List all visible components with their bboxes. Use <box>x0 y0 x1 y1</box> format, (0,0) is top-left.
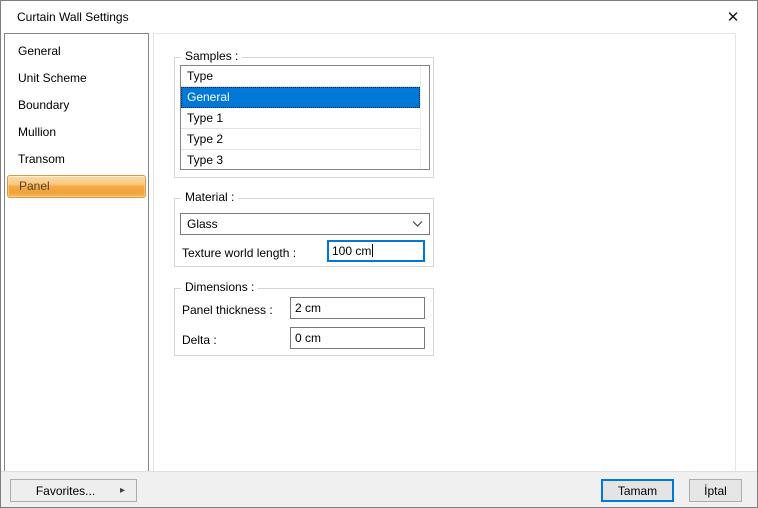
samples-column-header: Type <box>181 66 420 87</box>
samples-legend: Samples : <box>181 49 242 63</box>
panel-thickness-input[interactable] <box>290 297 425 319</box>
texture-world-length-value: 100 cm <box>332 244 371 258</box>
material-dropdown[interactable]: Glass <box>180 213 430 235</box>
dimensions-legend: Dimensions : <box>181 280 258 294</box>
favorites-button[interactable]: Favorites... ▸ <box>10 479 137 502</box>
samples-row-type2[interactable]: Type 2 <box>181 129 420 150</box>
delta-label: Delta : <box>182 333 217 347</box>
content-panel: Samples : Type General Type 1 Type 2 Typ… <box>153 33 736 472</box>
footer-bar: Favorites... ▸ Tamam İptal <box>1 471 757 507</box>
panel-thickness-label: Panel thickness : <box>182 303 273 317</box>
texture-world-length-input[interactable]: 100 cm <box>327 240 425 262</box>
sidebar-item-transom[interactable]: Transom <box>5 146 148 173</box>
samples-list-scrollbar[interactable] <box>420 66 429 169</box>
sidebar-item-mullion[interactable]: Mullion <box>5 119 148 146</box>
texture-world-length-label: Texture world length : <box>182 246 296 260</box>
sidebar-item-general[interactable]: General <box>5 38 148 65</box>
material-legend: Material : <box>181 190 238 204</box>
title-bar: Curtain Wall Settings ✕ <box>1 1 757 32</box>
chevron-down-icon <box>412 220 423 228</box>
samples-group: Samples : Type General Type 1 Type 2 Typ… <box>174 57 434 178</box>
delta-input[interactable] <box>290 327 425 349</box>
sidebar-item-panel[interactable]: Panel <box>7 175 146 198</box>
close-icon[interactable]: ✕ <box>719 6 747 28</box>
dimensions-group: Dimensions : Panel thickness : Delta : <box>174 288 434 356</box>
sidebar-item-unit-scheme[interactable]: Unit Scheme <box>5 65 148 92</box>
samples-row-general[interactable]: General <box>181 87 420 108</box>
category-sidebar: General Unit Scheme Boundary Mullion Tra… <box>4 33 149 472</box>
dialog-title: Curtain Wall Settings <box>17 10 129 24</box>
material-group: Material : Glass Texture world length : … <box>174 198 434 267</box>
samples-row-type1[interactable]: Type 1 <box>181 108 420 129</box>
sidebar-item-boundary[interactable]: Boundary <box>5 92 148 119</box>
samples-list: Type General Type 1 Type 2 Type 3 <box>180 65 430 170</box>
favorites-button-label: Favorites... <box>11 484 120 498</box>
ok-button[interactable]: Tamam <box>601 479 674 502</box>
text-cursor <box>372 244 373 257</box>
samples-row-type3[interactable]: Type 3 <box>181 150 420 171</box>
curtain-wall-settings-dialog: Curtain Wall Settings ✕ General Unit Sch… <box>0 0 758 508</box>
cancel-button[interactable]: İptal <box>689 479 742 502</box>
expand-right-icon: ▸ <box>120 485 136 496</box>
material-dropdown-value: Glass <box>187 217 412 231</box>
